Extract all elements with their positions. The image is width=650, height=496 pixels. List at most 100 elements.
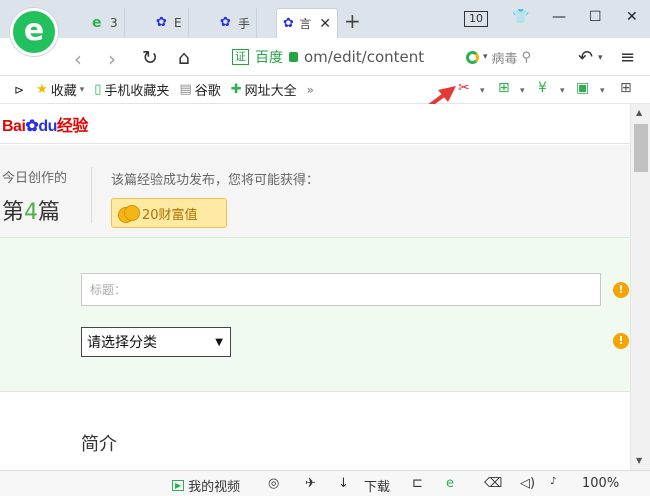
reward-info: 该篇经验成功发布，您将可能获得： 20财富值 <box>111 169 319 228</box>
chevron-down-icon[interactable]: ▾ <box>520 86 525 96</box>
tab-label: 言 <box>299 17 312 31</box>
sidebar-toggle-icon[interactable]: ⊳ <box>14 83 24 97</box>
bookmark-label: 手机收藏夹 <box>104 84 170 99</box>
back-icon[interactable]: ‹ <box>74 47 82 71</box>
address-bar[interactable]: 证 百度 om/edit/content <box>232 44 454 70</box>
home-icon[interactable]: ⌂ <box>178 47 190 69</box>
dropdown-arrow-icon: ▼ <box>215 336 223 348</box>
divider <box>91 167 92 223</box>
today-count: 第4篇 <box>2 200 61 225</box>
download-button[interactable]: 下载 <box>364 476 390 495</box>
tab-label: 手 <box>238 16 251 31</box>
scroll-thumb[interactable] <box>634 124 648 172</box>
reward-text: 20财富值 <box>142 207 198 223</box>
video-label: 我的视频 <box>188 480 241 495</box>
chevron-down-icon[interactable]: ▾ <box>483 52 488 62</box>
site-nav-icon: ✚ <box>230 82 242 97</box>
tab-label: E <box>174 16 182 30</box>
search-box[interactable]: ▾ 病毒 ⚲ <box>466 46 554 68</box>
scroll-down-icon[interactable]: ▼ <box>636 456 642 465</box>
chevron-down-icon[interactable]: ▾ <box>598 53 603 63</box>
warning-icon: ! <box>613 333 629 349</box>
star-icon: ★ <box>36 82 48 97</box>
search-icon[interactable]: ⚲ <box>522 50 532 65</box>
tab-3[interactable]: ✿ 手 <box>214 8 258 38</box>
apps-grid-icon[interactable]: ⊞ <box>620 80 632 96</box>
tab-label: 3 <box>110 16 118 30</box>
lock-icon <box>289 52 298 62</box>
game-icon[interactable]: ▣ <box>576 80 589 96</box>
wallet-icon[interactable]: ¥ <box>538 80 547 96</box>
tab-2[interactable]: ✿ E <box>150 8 189 38</box>
speed-icon[interactable]: ◎ <box>268 476 279 491</box>
bookmark-label: 谷歌 <box>194 84 221 99</box>
undo-icon[interactable]: ↶ <box>578 47 593 68</box>
today-stats: 今日创作的 第4篇 <box>2 167 67 226</box>
minimize-icon[interactable]: — <box>552 9 566 25</box>
bookmark-google[interactable]: ▤ 谷歌 <box>179 80 220 99</box>
sound-icon[interactable]: ♪ <box>550 476 556 487</box>
ie-icon: e <box>92 15 102 31</box>
ie-icon[interactable]: e <box>446 476 454 491</box>
search-hint: 病毒 <box>491 51 518 67</box>
tab-active[interactable]: ✿ 言 ✕ <box>276 8 338 38</box>
maximize-icon[interactable]: ☐ <box>589 9 602 25</box>
close-window-icon[interactable]: ✕ <box>626 9 638 25</box>
warning-icon: ! <box>613 282 629 298</box>
today-label: 今日创作的 <box>2 171 68 186</box>
page-icon: ▤ <box>179 82 192 97</box>
volume-icon[interactable]: ◁) <box>520 476 535 491</box>
publish-note: 该篇经验成功发布，您将可能获得： <box>111 173 320 188</box>
screenshot-icon[interactable]: ⊏ <box>412 476 423 491</box>
article-form: 标题： ! 请选择分类 ▼ ! <box>0 237 630 392</box>
chevron-down-icon: ▾ <box>79 84 85 95</box>
skin-icon[interactable]: 👕 <box>512 9 529 25</box>
bookmark-hao[interactable]: ✚ 网址大全 <box>231 80 297 99</box>
scroll-up-icon[interactable]: ▲ <box>636 108 642 117</box>
download-arrow-icon[interactable]: ↓ <box>338 476 349 491</box>
phone-icon: ▯ <box>94 82 102 97</box>
coin-icon <box>118 205 140 223</box>
baidu-paw-icon: ✿ <box>283 15 294 31</box>
browser-logo[interactable]: e <box>10 8 58 56</box>
zoom-level[interactable]: 100% <box>582 476 619 491</box>
stats-panel: 今日创作的 第4篇 该篇经验成功发布，您将可能获得： 20财富值 <box>0 145 630 237</box>
close-tab-icon[interactable]: ✕ <box>319 16 331 32</box>
category-select[interactable]: 请选择分类 ▼ <box>81 327 231 357</box>
translate-icon[interactable]: ⊞ <box>498 80 510 96</box>
site-header: Bai✿du经验 <box>0 104 630 144</box>
more-bookmarks-icon[interactable]: » <box>307 83 314 97</box>
title-input[interactable]: 标题： <box>81 273 601 306</box>
baidu-paw-icon: ✿ <box>220 15 231 30</box>
vertical-scrollbar[interactable]: ▲ ▼ <box>630 104 650 470</box>
forward-icon[interactable]: › <box>108 47 116 71</box>
url-text[interactable]: om/edit/content <box>304 48 424 66</box>
chevron-down-icon[interactable]: ▾ <box>600 86 605 96</box>
menu-icon[interactable]: ≡ <box>620 47 635 68</box>
tab-count-button[interactable]: 10 <box>464 11 488 27</box>
chevron-down-icon[interactable]: ▾ <box>560 86 565 96</box>
bookmark-label: 收藏 <box>50 84 77 99</box>
status-bar: ▶ 我的视频 ◎ ✈ ↓ 下载 ⊏ e ⌫ ◁) ♪ 100% <box>0 470 650 496</box>
address-toolbar: ‹ › ↻ ⌂ 证 百度 om/edit/content ▾ 病毒 ⚲ ↶ ▾ … <box>0 38 650 76</box>
bookmark-favorites[interactable]: ★ 收藏 ▾ <box>36 80 84 99</box>
intro-heading: 简介 <box>81 434 117 455</box>
baidu-paw-icon: ✿ <box>156 15 167 30</box>
tab-1[interactable]: e 3 <box>86 8 125 38</box>
video-icon: ▶ <box>172 480 185 491</box>
site-name: 百度 <box>255 50 283 66</box>
bookmarks-bar: ⊳ ★ 收藏 ▾ ▯ 手机收藏夹 ▤ 谷歌 ✚ 网址大全 » <box>0 76 650 104</box>
refresh-icon[interactable]: ↻ <box>142 47 158 69</box>
chevron-down-icon[interactable]: ▾ <box>480 86 485 96</box>
baidu-jingyan-logo[interactable]: Bai✿du经验 <box>2 112 88 136</box>
search-engine-icon[interactable] <box>466 50 479 64</box>
tab-bar: e 3 ✿ E ✿ 手 ✿ 言 ✕ + 10 👕 — ☐ ✕ <box>0 0 650 38</box>
category-value: 请选择分类 <box>87 335 157 351</box>
my-video-button[interactable]: ▶ 我的视频 <box>172 476 240 495</box>
page-viewport: Bai✿du经验 今日创作的 第4篇 该篇经验成功发布，您将可能获得： 20财富… <box>0 104 630 470</box>
trash-icon[interactable]: ⌫ <box>484 476 502 491</box>
pin-icon[interactable]: ✈ <box>305 476 316 491</box>
cert-badge[interactable]: 证 <box>232 49 249 65</box>
bookmark-mobile[interactable]: ▯ 手机收藏夹 <box>94 80 169 99</box>
new-tab-button[interactable]: + <box>344 9 361 33</box>
